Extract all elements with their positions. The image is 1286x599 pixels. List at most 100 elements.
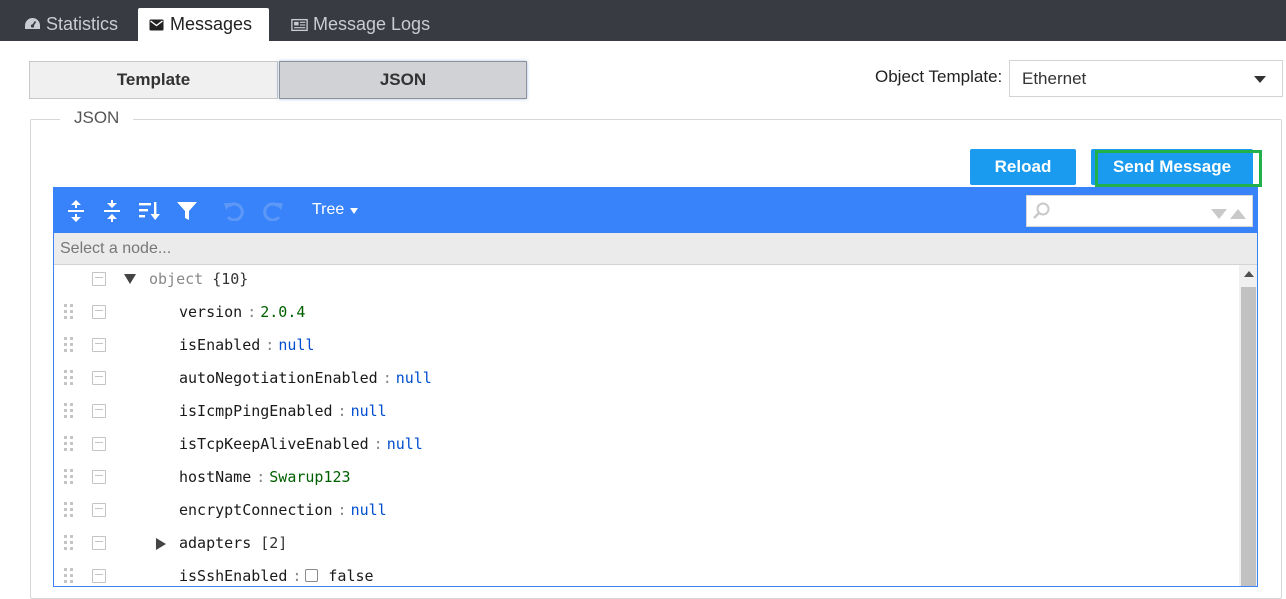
collapse-toggle-icon[interactable] xyxy=(124,274,136,284)
scroll-thumb[interactable] xyxy=(1241,287,1256,586)
field-count: [2] xyxy=(260,533,288,552)
field-value[interactable]: null xyxy=(351,402,387,420)
field-value[interactable]: null xyxy=(351,501,387,519)
undo-icon[interactable] xyxy=(221,198,247,224)
drag-handle-icon[interactable] xyxy=(64,535,74,551)
field-key[interactable]: version xyxy=(179,303,242,321)
field-key[interactable]: isIcmpPingEnabled xyxy=(179,402,333,420)
tree-row[interactable]: adapters [2] xyxy=(54,526,1239,559)
tree-row[interactable]: isTcpKeepAliveEnabled: null xyxy=(54,427,1239,460)
template-mode-button[interactable]: Template xyxy=(29,61,278,99)
context-menu-icon[interactable] xyxy=(92,404,106,418)
tree-node: autoNegotiationEnabled: null xyxy=(179,369,432,387)
node-navigation-bar: Select a node... xyxy=(54,233,1257,265)
tab-statistics-label: Statistics xyxy=(46,14,119,34)
mode-dropdown[interactable]: Tree xyxy=(312,201,359,219)
tree-row[interactable]: isEnabled: null xyxy=(54,328,1239,361)
tab-statistics[interactable]: Statistics xyxy=(14,8,128,41)
drag-handle-icon[interactable] xyxy=(64,337,74,353)
filter-icon[interactable] xyxy=(174,198,200,224)
reload-button[interactable]: Reload xyxy=(970,149,1076,185)
tab-message-logs[interactable]: Message Logs xyxy=(281,8,440,41)
collapse-all-icon[interactable] xyxy=(99,198,125,224)
tab-messages-label: Messages xyxy=(170,14,253,34)
context-menu-icon[interactable] xyxy=(92,272,106,286)
caret-down-icon xyxy=(1254,76,1266,83)
drag-handle-icon[interactable] xyxy=(64,568,74,584)
context-menu-icon[interactable] xyxy=(92,338,106,352)
object-template-select[interactable]: Ethernet xyxy=(1009,60,1283,97)
field-separator: : xyxy=(373,434,383,453)
editor-menu-bar: Tree xyxy=(54,188,1257,233)
tree-node: version:2.0.4 xyxy=(179,303,305,321)
drag-handle-icon[interactable] xyxy=(64,502,74,518)
field-key[interactable]: isTcpKeepAliveEnabled xyxy=(179,435,369,453)
tree-row[interactable]: hostName: Swarup123 xyxy=(54,460,1239,493)
mode-label: Tree xyxy=(312,201,345,218)
tree-row[interactable]: version:2.0.4 xyxy=(54,295,1239,328)
field-key[interactable]: autoNegotiationEnabled xyxy=(179,369,378,387)
object-template-label: Object Template: xyxy=(875,67,1003,86)
field-key[interactable]: encryptConnection xyxy=(179,501,333,519)
sort-icon[interactable] xyxy=(136,198,162,224)
field-key[interactable]: adapters xyxy=(179,534,251,552)
tree-row[interactable]: encryptConnection: null xyxy=(54,493,1239,526)
field-separator: : xyxy=(256,467,266,486)
context-menu-icon[interactable] xyxy=(92,536,106,550)
tab-messages[interactable]: Messages xyxy=(138,8,269,41)
drag-handle-icon[interactable] xyxy=(64,469,74,485)
dashboard-icon xyxy=(24,16,41,33)
tree-row[interactable]: isIcmpPingEnabled: null xyxy=(54,394,1239,427)
field-key[interactable]: isEnabled xyxy=(179,336,260,354)
field-separator: : xyxy=(337,500,347,519)
tree-row[interactable]: autoNegotiationEnabled: null xyxy=(54,361,1239,394)
tree-node: encryptConnection: null xyxy=(179,501,387,519)
field-value[interactable]: null xyxy=(387,435,423,453)
drag-handle-icon[interactable] xyxy=(64,304,74,320)
field-value[interactable]: Swarup123 xyxy=(269,468,350,486)
search-box[interactable] xyxy=(1026,195,1253,227)
drag-handle-icon[interactable] xyxy=(64,403,74,419)
context-menu-icon[interactable] xyxy=(92,503,106,517)
tree-node: isSshEnabled: false xyxy=(179,567,374,585)
context-menu-icon[interactable] xyxy=(92,371,106,385)
tree-root-node: object {10} xyxy=(149,270,248,288)
json-editor: Tree Select a node... object {10} versio… xyxy=(53,187,1258,587)
caret-down-icon xyxy=(350,208,359,214)
field-key[interactable]: isSshEnabled xyxy=(179,567,287,585)
newspaper-icon xyxy=(291,16,308,33)
send-message-button[interactable]: Send Message xyxy=(1091,149,1253,185)
field-value[interactable]: null xyxy=(396,369,432,387)
json-mode-button[interactable]: JSON xyxy=(279,61,527,99)
tree-node: adapters [2] xyxy=(179,534,287,552)
field-value[interactable]: null xyxy=(278,336,314,354)
scroll-up-arrow-icon[interactable] xyxy=(1244,271,1254,277)
search-previous-icon[interactable] xyxy=(1230,206,1246,224)
tree-row[interactable]: isSshEnabled: false xyxy=(54,559,1239,586)
field-separator: : xyxy=(292,566,302,585)
field-value[interactable]: 2.0.4 xyxy=(260,303,305,321)
field-key[interactable]: hostName xyxy=(179,468,251,486)
tree-root-row[interactable]: object {10} xyxy=(54,262,1239,295)
tab-message-logs-label: Message Logs xyxy=(313,14,431,34)
redo-icon[interactable] xyxy=(260,198,286,224)
drag-handle-icon[interactable] xyxy=(64,370,74,386)
expand-toggle-icon[interactable] xyxy=(156,538,166,550)
boolean-checkbox[interactable] xyxy=(305,568,319,582)
context-menu-icon[interactable] xyxy=(92,569,106,583)
search-icon xyxy=(1032,201,1052,226)
field-value[interactable]: false xyxy=(328,567,373,585)
search-next-icon[interactable] xyxy=(1211,206,1227,224)
drag-handle-icon[interactable] xyxy=(64,436,74,452)
context-menu-icon[interactable] xyxy=(92,470,106,484)
context-menu-icon[interactable] xyxy=(92,437,106,451)
expand-all-icon[interactable] xyxy=(63,198,89,224)
context-menu-icon[interactable] xyxy=(92,305,106,319)
top-tab-bar: Statistics Messages Message Logs xyxy=(0,0,1286,41)
tree-scrollbar[interactable] xyxy=(1239,265,1257,586)
tree-node: isEnabled: null xyxy=(179,336,314,354)
tree-node: isIcmpPingEnabled: null xyxy=(179,402,387,420)
tree-node: hostName: Swarup123 xyxy=(179,468,351,486)
tree-node: isTcpKeepAliveEnabled: null xyxy=(179,435,423,453)
json-fieldset-legend: JSON xyxy=(60,108,134,128)
